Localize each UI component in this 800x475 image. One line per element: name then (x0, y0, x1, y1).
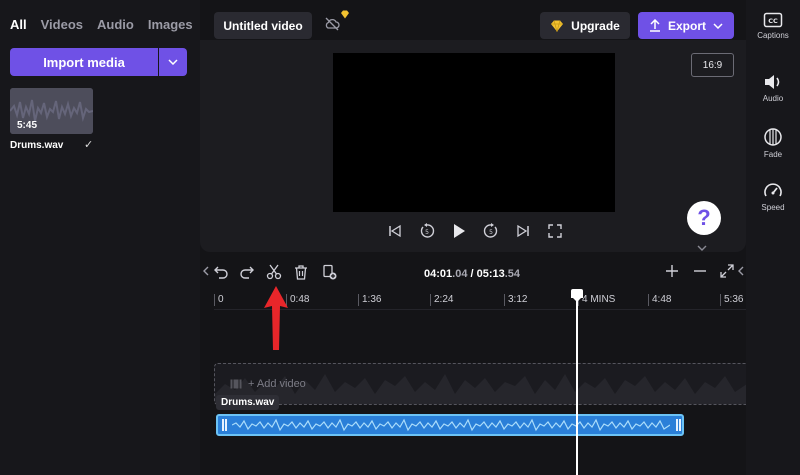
ruler-label: 2:24 (434, 294, 454, 305)
ruler-tick (648, 294, 649, 306)
svg-text:5: 5 (489, 229, 493, 236)
media-tabs: All Videos Audio Images (10, 17, 193, 32)
annotation-arrow-icon (264, 286, 288, 350)
time-separator: / (467, 268, 477, 280)
duplicate-icon[interactable] (321, 264, 337, 280)
export-button[interactable]: Export (638, 12, 734, 39)
tab-images[interactable]: Images (148, 17, 193, 32)
skip-to-end-icon[interactable] (514, 222, 532, 240)
play-icon[interactable] (450, 222, 468, 240)
total-time-fraction: .54 (504, 268, 521, 280)
cloud-offline-icon (325, 17, 340, 31)
timecode-display: 04:01.04 / 05:13.54 (424, 268, 520, 280)
svg-text:5: 5 (425, 229, 429, 236)
redo-icon[interactable] (239, 264, 255, 280)
current-time-fraction: .04 (452, 268, 468, 280)
chevron-down-icon (713, 22, 723, 29)
gem-icon (551, 19, 564, 32)
current-time: 04:01 (424, 268, 453, 280)
help-button[interactable]: ? (687, 201, 721, 235)
ruler-label: 5:36 (724, 294, 744, 305)
tool-captions[interactable]: CC Captions (746, 12, 800, 40)
ruler-tick (504, 294, 505, 306)
upload-icon (649, 19, 660, 32)
ruler-tick (430, 294, 431, 306)
ruler-label: 4:48 (652, 294, 672, 305)
chevron-down-icon (168, 59, 178, 65)
add-video-button[interactable]: + Add video (230, 378, 306, 390)
aspect-ratio-button[interactable]: 16:9 (691, 53, 734, 77)
rewind-5s-icon[interactable]: 5 (418, 222, 436, 240)
video-title-button[interactable]: Untitled video (214, 12, 312, 39)
fade-icon (764, 128, 782, 146)
audio-waveform (232, 418, 670, 432)
tool-fade[interactable]: Fade (746, 127, 800, 159)
audio-clip-name-tag: Drums.wav (216, 395, 280, 410)
media-item-duration: 5:45 (17, 120, 38, 131)
chevron-left-icon[interactable] (738, 266, 744, 276)
tool-rail: CC Captions Audio Fade Speed (746, 0, 800, 475)
audio-clip[interactable] (216, 414, 684, 436)
tab-videos[interactable]: Videos (41, 17, 83, 32)
speaker-icon (765, 75, 780, 89)
zoom-in-icon[interactable] (665, 264, 679, 278)
media-item-name: Drums.wav (10, 140, 64, 151)
tool-label: Fade (763, 150, 783, 159)
ruler-label: 0 (218, 294, 224, 305)
upgrade-button[interactable]: Upgrade (540, 12, 630, 39)
export-label: Export (667, 18, 706, 33)
ruler-tick (720, 294, 721, 306)
chevron-down-icon[interactable] (696, 244, 708, 252)
tab-audio[interactable]: Audio (97, 17, 134, 32)
timeline-ruler[interactable]: 0 0:48 1:36 2:24 3:12 4 MINS 4:48 5:36 (214, 290, 746, 310)
tool-label: Captions (757, 31, 789, 40)
ruler-label: 1:36 (362, 294, 382, 305)
ruler-tick (214, 294, 215, 306)
ruler-label: 4 MINS (582, 294, 616, 305)
upgrade-label: Upgrade (571, 18, 620, 33)
tool-speed[interactable]: Speed (746, 182, 800, 212)
speedometer-icon (764, 183, 782, 197)
svg-text:CC: CC (768, 17, 778, 25)
zoom-out-icon[interactable] (693, 264, 707, 278)
media-item-thumbnail[interactable]: 5:45 (10, 88, 93, 134)
video-preview-canvas[interactable] (333, 53, 615, 212)
forward-5s-icon[interactable]: 5 (482, 222, 500, 240)
import-media-button[interactable]: Import media (10, 48, 158, 76)
captions-icon: CC (763, 12, 783, 28)
tool-label: Speed (761, 203, 785, 212)
undo-icon[interactable] (213, 264, 229, 280)
skip-to-start-icon[interactable] (386, 222, 404, 240)
trash-icon[interactable] (293, 264, 309, 280)
playhead-handle[interactable] (571, 289, 583, 302)
playhead-line[interactable] (576, 296, 578, 475)
fit-to-screen-icon[interactable] (720, 264, 734, 278)
film-icon (230, 379, 242, 389)
checkmark-icon: ✓ (84, 139, 94, 151)
import-options-button[interactable] (159, 48, 187, 76)
ruler-label: 0:48 (290, 294, 310, 305)
ruler-label: 3:12 (508, 294, 528, 305)
ruler-tick (358, 294, 359, 306)
clip-trim-handle-right[interactable] (676, 419, 678, 431)
tool-label: Audio (762, 94, 784, 103)
player-controls: 5 5 (386, 222, 564, 240)
tab-all[interactable]: All (10, 17, 27, 32)
media-panel: All Videos Audio Images Import media 5:4… (0, 0, 200, 475)
chevron-left-icon[interactable] (203, 266, 209, 276)
premium-gem-icon (341, 10, 349, 19)
add-video-label: + Add video (248, 378, 306, 390)
scissors-icon[interactable] (266, 264, 282, 280)
total-time: 05:13 (476, 268, 505, 280)
tool-audio[interactable]: Audio (746, 73, 800, 103)
clip-trim-handle-left[interactable] (222, 419, 224, 431)
fullscreen-icon[interactable] (546, 222, 564, 240)
